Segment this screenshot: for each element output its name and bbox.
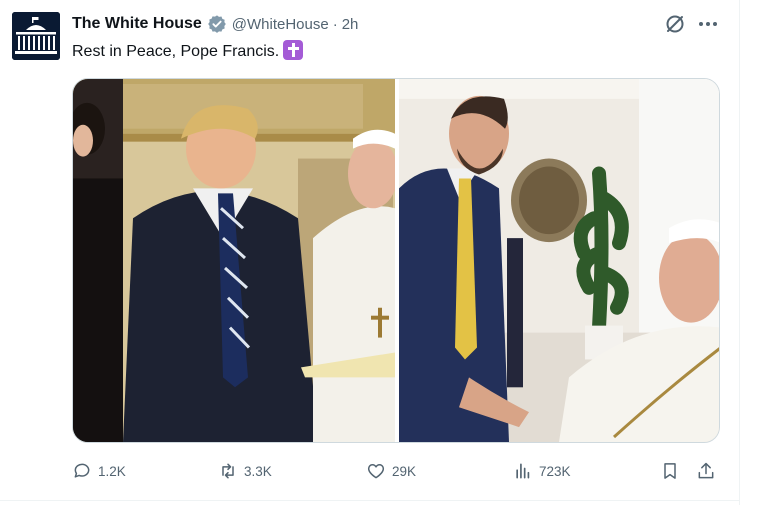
views-button[interactable]: 723K	[513, 458, 571, 484]
more-options-button[interactable]	[695, 12, 721, 36]
retweet-button[interactable]: 3.3K	[218, 458, 272, 484]
like-count: 29K	[392, 463, 417, 479]
photo-pope-meeting-1[interactable]	[73, 79, 395, 442]
verified-badge-icon[interactable]	[207, 14, 227, 34]
separator-dot: ·	[332, 15, 338, 33]
tweet-header: The White House @WhiteHouse · 2h	[72, 13, 358, 35]
more-dot-icon	[699, 22, 703, 26]
bookmark-button[interactable]	[660, 458, 680, 484]
white-house-logo-icon	[12, 12, 60, 60]
retweet-count: 3.3K	[244, 463, 272, 479]
tweet-text-body: Rest in Peace, Pope Francis.	[72, 43, 280, 60]
photo-pope-meeting-2[interactable]	[399, 79, 720, 442]
share-button[interactable]	[696, 458, 716, 484]
more-dot-icon	[713, 22, 717, 26]
reply-count: 1.2K	[98, 463, 126, 479]
reply-icon	[74, 463, 90, 478]
share-icon	[698, 462, 714, 479]
tweet-divider	[0, 500, 740, 501]
avatar[interactable]	[12, 12, 60, 60]
author-handle[interactable]: @WhiteHouse	[232, 16, 329, 33]
views-icon	[516, 463, 530, 479]
timeline-right-border	[739, 0, 740, 505]
action-bar: 1.2K 3.3K 29K 723K	[72, 458, 720, 484]
view-count: 723K	[539, 463, 571, 479]
display-name[interactable]: The White House	[72, 15, 202, 33]
timestamp[interactable]: 2h	[342, 16, 359, 33]
reply-button[interactable]: 1.2K	[72, 458, 126, 484]
retweet-icon	[222, 463, 234, 479]
latin-cross-emoji-icon	[283, 40, 304, 60]
heart-icon	[367, 464, 385, 479]
grok-icon	[666, 15, 684, 33]
grok-button[interactable]	[663, 12, 687, 36]
like-button[interactable]: 29K	[366, 458, 416, 484]
media-grid	[72, 78, 720, 443]
tweet-text: Rest in Peace, Pope Francis.	[72, 40, 304, 63]
bookmark-icon	[664, 463, 676, 479]
more-dot-icon	[706, 22, 710, 26]
